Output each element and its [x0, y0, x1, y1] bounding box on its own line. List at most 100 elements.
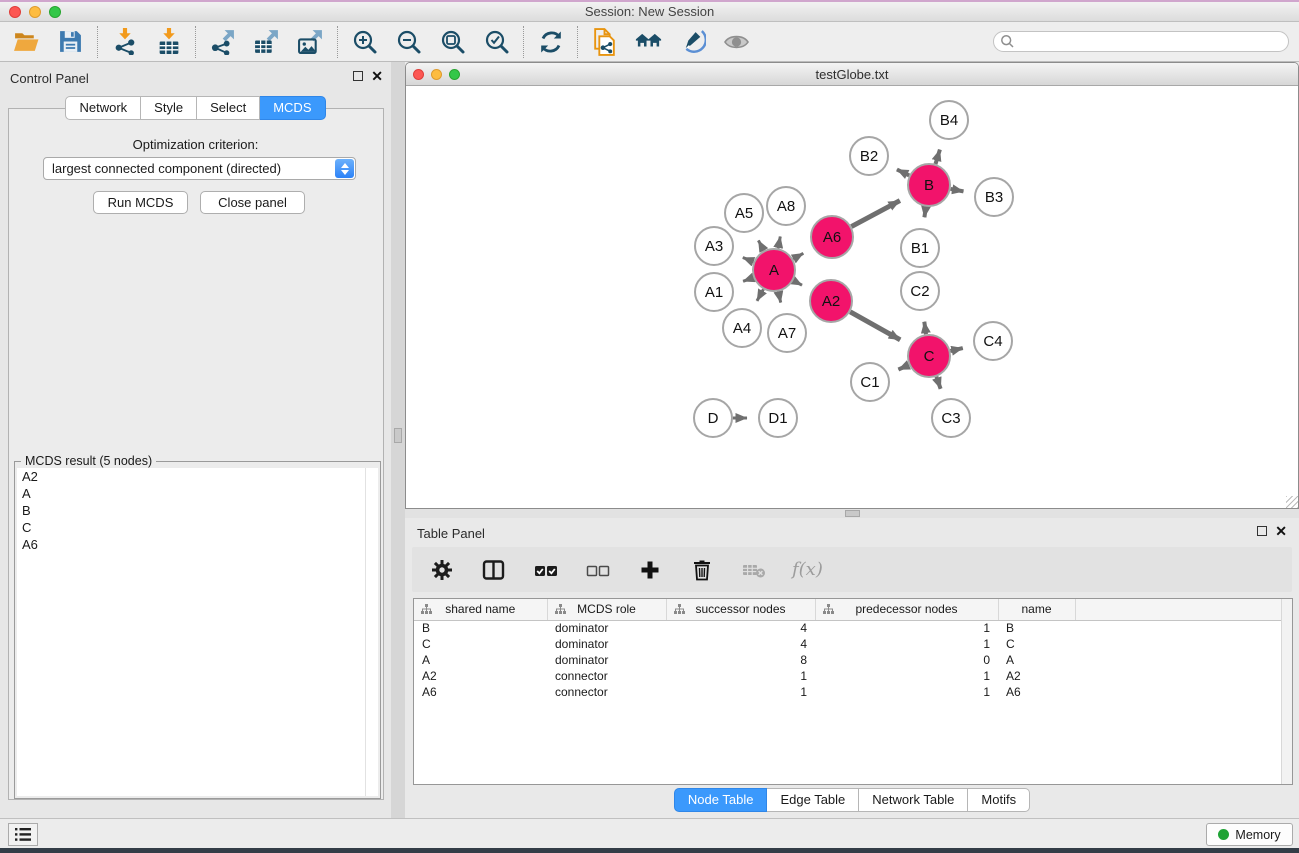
- graph-edge-A-A7[interactable]: [778, 292, 780, 303]
- column-header-shared-name[interactable]: shared name: [414, 599, 547, 620]
- search-input[interactable]: [1015, 33, 1288, 50]
- table-cell[interactable]: 1: [815, 620, 998, 636]
- export-table-icon[interactable]: [253, 28, 280, 55]
- cybrowser-home-icon[interactable]: [635, 28, 662, 55]
- graph-edge-B-B4[interactable]: [936, 150, 940, 164]
- zoom-selected-icon[interactable]: [483, 28, 510, 55]
- table-cell[interactable]: A6: [998, 684, 1075, 700]
- deselect-all-check-icon[interactable]: [584, 556, 611, 583]
- graph-edge-B-B1[interactable]: [924, 207, 926, 218]
- table-cell[interactable]: 1: [815, 668, 998, 684]
- table-cell[interactable]: connector: [547, 668, 666, 684]
- import-table-icon[interactable]: [155, 28, 182, 55]
- mcds-result-item[interactable]: A6: [17, 536, 378, 553]
- table-cell[interactable]: connector: [547, 684, 666, 700]
- table-cell[interactable]: A2: [998, 668, 1075, 684]
- memory-button[interactable]: Memory: [1206, 823, 1293, 846]
- open-session-icon[interactable]: [13, 28, 40, 55]
- table-cell[interactable]: 1: [666, 684, 815, 700]
- tab-network-table[interactable]: Network Table: [859, 788, 968, 812]
- export-network-icon[interactable]: [209, 28, 236, 55]
- tab-network[interactable]: Network: [65, 96, 141, 120]
- close-panel-icon[interactable]: ✕: [371, 71, 383, 81]
- table-cell[interactable]: A2: [414, 668, 547, 684]
- table-cell[interactable]: 4: [666, 620, 815, 636]
- export-image-icon[interactable]: [297, 28, 324, 55]
- column-header-mcds-role[interactable]: MCDS role: [547, 599, 666, 620]
- graph-edge-A6-B[interactable]: [851, 201, 900, 227]
- table-cell[interactable]: dominator: [547, 652, 666, 668]
- mcds-result-item[interactable]: A2: [17, 468, 378, 485]
- table-cell[interactable]: 8: [666, 652, 815, 668]
- apply-layout-icon[interactable]: [537, 28, 564, 55]
- split-handle[interactable]: [394, 428, 402, 443]
- table-cell[interactable]: dominator: [547, 636, 666, 652]
- graph-edge-C-C1[interactable]: [898, 365, 909, 370]
- graph-edge-C-C2[interactable]: [924, 322, 926, 335]
- table-cell[interactable]: 4: [666, 636, 815, 652]
- table-cell[interactable]: B: [414, 620, 547, 636]
- graph-edge-C-C3[interactable]: [936, 377, 940, 389]
- list-scrollbar-track[interactable]: [365, 468, 366, 796]
- table-cell[interactable]: 1: [815, 684, 998, 700]
- horizontal-split-divider[interactable]: [405, 509, 1299, 518]
- mcds-result-item[interactable]: C: [17, 519, 378, 536]
- table-cell[interactable]: B: [998, 620, 1075, 636]
- split-handle[interactable]: [845, 510, 860, 517]
- hide-graphics-details-icon[interactable]: [679, 28, 706, 55]
- graph-edge-A-A8[interactable]: [778, 237, 780, 249]
- network-graph[interactable]: AA1A2A3A4A5A6A7A8BB1B2B3B4CC1C2C3C4DD1: [407, 86, 1297, 507]
- graph-edge-A-A4[interactable]: [757, 289, 763, 301]
- tab-select[interactable]: Select: [197, 96, 260, 120]
- float-panel-icon[interactable]: [353, 71, 363, 81]
- table-cell[interactable]: C: [414, 636, 547, 652]
- save-session-icon[interactable]: [57, 28, 84, 55]
- graph-edge-C-C4[interactable]: [950, 348, 962, 351]
- search-field[interactable]: [993, 31, 1289, 52]
- delete-columns-trash-icon[interactable]: [688, 556, 715, 583]
- column-header-predecessor-nodes[interactable]: predecessor nodes: [815, 599, 998, 620]
- mcds-result-item[interactable]: A: [17, 485, 378, 502]
- mcds-result-item[interactable]: B: [17, 502, 378, 519]
- table-cell[interactable]: 0: [815, 652, 998, 668]
- create-column-plus-icon[interactable]: [636, 556, 663, 583]
- table-cell[interactable]: A: [414, 652, 547, 668]
- table-scrollbar-track[interactable]: [1281, 599, 1292, 784]
- run-mcds-button[interactable]: Run MCDS: [93, 191, 188, 214]
- resize-grip-icon[interactable]: [1286, 496, 1298, 508]
- column-header-name[interactable]: name: [998, 599, 1075, 620]
- show-columns-icon[interactable]: [480, 556, 507, 583]
- criterion-select[interactable]: largest connected component (directed): [43, 157, 356, 180]
- network-frame-titlebar[interactable]: testGlobe.txt: [406, 63, 1298, 86]
- select-all-check-icon[interactable]: [532, 556, 559, 583]
- table-cell[interactable]: dominator: [547, 620, 666, 636]
- network-canvas[interactable]: AA1A2A3A4A5A6A7A8BB1B2B3B4CC1C2C3C4DD1: [407, 86, 1297, 507]
- table-cell[interactable]: C: [998, 636, 1075, 652]
- toggle-views-eye-icon[interactable]: [723, 28, 750, 55]
- graph-edge-B-B2[interactable]: [897, 170, 909, 176]
- table-cell[interactable]: A: [998, 652, 1075, 668]
- vertical-split-divider[interactable]: [391, 62, 405, 818]
- table-cell[interactable]: A6: [414, 684, 547, 700]
- tab-style[interactable]: Style: [141, 96, 197, 120]
- table-cell[interactable]: 1: [815, 636, 998, 652]
- close-panel-button[interactable]: Close panel: [200, 191, 305, 214]
- table-cell[interactable]: 1: [666, 668, 815, 684]
- tab-motifs[interactable]: Motifs: [968, 788, 1030, 812]
- mcds-result-list[interactable]: A2ABCA6: [17, 468, 378, 796]
- column-header-successor-nodes[interactable]: successor nodes: [666, 599, 815, 620]
- graph-edge-B-B3[interactable]: [951, 189, 964, 191]
- graph-edge-A-A5[interactable]: [758, 240, 763, 250]
- zoom-fit-icon[interactable]: [439, 28, 466, 55]
- tab-edge-table[interactable]: Edge Table: [767, 788, 859, 812]
- graph-edge-A-A2[interactable]: [793, 281, 802, 286]
- table-settings-gear-icon[interactable]: [428, 556, 455, 583]
- network-from-selection-icon[interactable]: [591, 28, 618, 55]
- tab-node-table[interactable]: Node Table: [674, 788, 768, 812]
- zoom-out-icon[interactable]: [395, 28, 422, 55]
- zoom-in-icon[interactable]: [351, 28, 378, 55]
- graph-edge-A-A1[interactable]: [743, 278, 753, 282]
- graph-edge-A-A6[interactable]: [793, 253, 803, 259]
- graph-edge-A2-C[interactable]: [850, 312, 900, 340]
- graph-edge-A-A3[interactable]: [743, 258, 754, 262]
